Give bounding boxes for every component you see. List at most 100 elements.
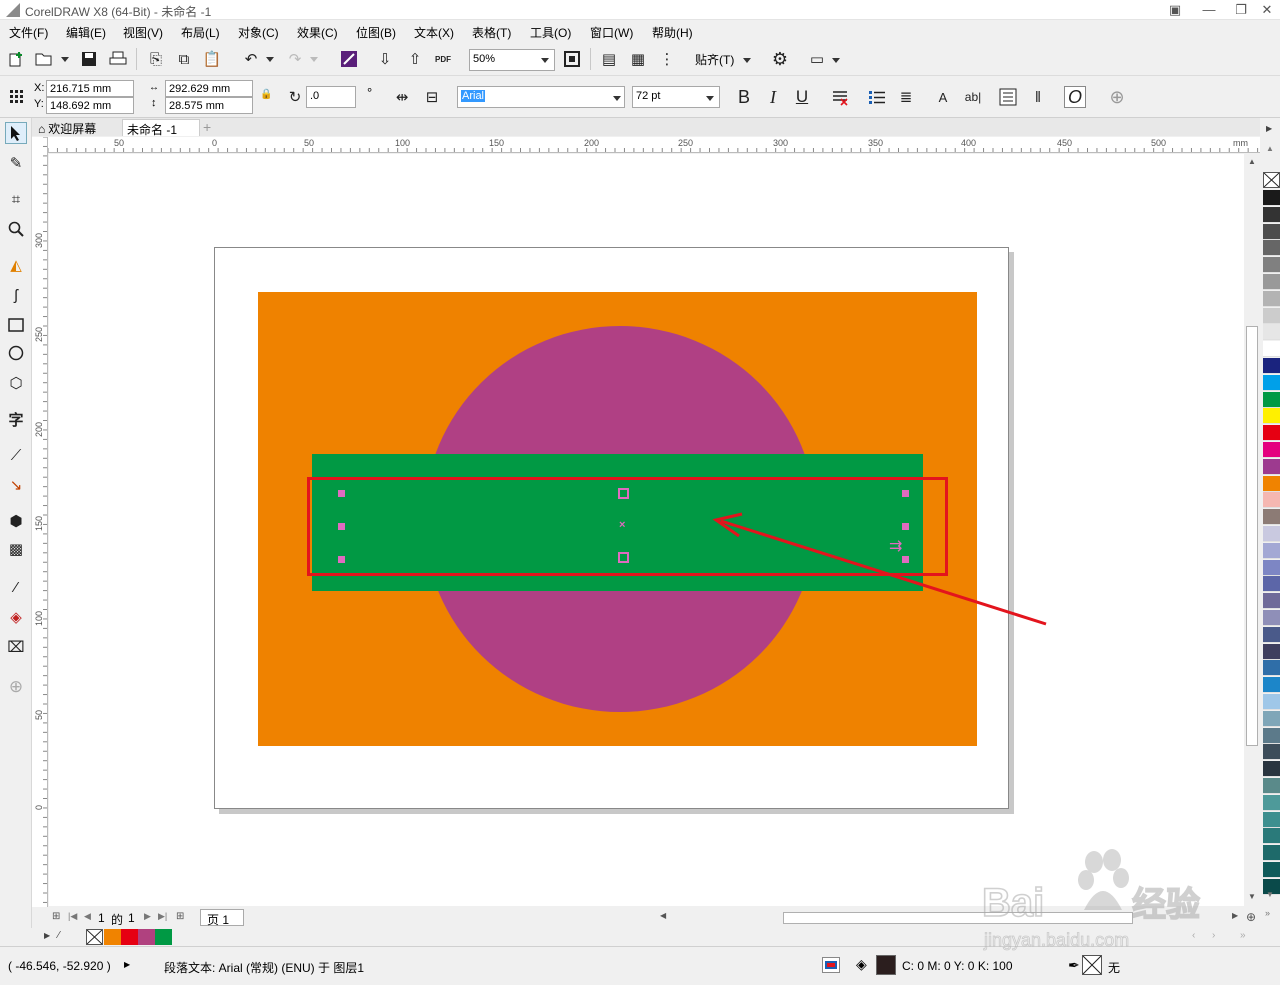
pick-tool-icon[interactable] <box>5 122 27 144</box>
color-swatch[interactable] <box>1263 694 1280 710</box>
page-tab-1[interactable]: 页 1 <box>200 909 244 927</box>
document-color-swatch[interactable] <box>138 929 155 945</box>
transparency-tool-icon[interactable]: ▩ <box>5 538 27 560</box>
ellipse-tool-icon[interactable] <box>5 342 27 364</box>
color-swatch[interactable] <box>1263 341 1280 358</box>
status-expand-icon[interactable]: ▶ <box>124 960 130 969</box>
eyedropper-icon[interactable]: ⁄ <box>58 930 60 941</box>
color-swatch[interactable] <box>1263 274 1280 290</box>
color-swatch[interactable] <box>1263 559 1280 576</box>
color-swatch[interactable] <box>1263 811 1280 828</box>
menu-edit[interactable]: 编辑(E) <box>66 24 106 41</box>
color-swatch[interactable] <box>1263 257 1280 274</box>
color-swatch[interactable] <box>1263 727 1280 744</box>
color-swatch[interactable] <box>1263 593 1280 610</box>
freehand-tool-icon[interactable]: ◭ <box>5 254 27 276</box>
minimize-button[interactable]: — <box>1194 0 1224 20</box>
new-document-icon[interactable] <box>5 48 27 70</box>
color-swatch[interactable] <box>1263 610 1280 626</box>
opentype-button[interactable]: O <box>1064 86 1086 108</box>
color-swatch[interactable] <box>1263 240 1280 257</box>
palette-scroll-up-icon[interactable]: ▲ <box>1266 144 1274 153</box>
outline-color-swatch[interactable] <box>1082 955 1102 975</box>
text-tool-icon[interactable]: 字 <box>5 408 27 430</box>
color-swatch[interactable] <box>1263 324 1280 341</box>
add-property-icon[interactable]: ⊕ <box>1106 86 1128 108</box>
rotation-angle-field[interactable]: .0 <box>306 86 356 108</box>
menu-text[interactable]: 文本(X) <box>414 24 454 41</box>
scroll-right-icon[interactable]: ▶ <box>1232 911 1238 920</box>
snap-to-label[interactable]: 贴齐(T) <box>695 51 734 68</box>
width-field[interactable]: 292.629 mm <box>165 80 253 97</box>
print-icon[interactable] <box>107 48 129 70</box>
color-swatch[interactable] <box>1263 408 1280 425</box>
undo-icon[interactable]: ↶ <box>240 48 262 70</box>
account-icon[interactable]: ▣ <box>1160 0 1190 20</box>
show-guidelines-icon[interactable]: ⋮ <box>656 48 678 70</box>
color-swatch[interactable] <box>1263 492 1280 509</box>
height-field[interactable]: 28.575 mm <box>165 97 253 114</box>
redo-dropdown-icon[interactable] <box>310 57 318 62</box>
menu-file[interactable]: 文件(F) <box>9 24 48 41</box>
artistic-media-icon[interactable]: ʃ <box>5 284 27 306</box>
parallel-dimension-icon[interactable]: ⟋ <box>5 444 27 466</box>
crop-tool-icon[interactable]: ⌗ <box>5 188 27 210</box>
menu-view[interactable]: 视图(V) <box>123 24 163 41</box>
horizontal-ruler[interactable]: 50 0 50 100 150 200 250 300 350 400 450 … <box>48 137 1260 153</box>
palette-expand-icon[interactable]: » <box>1265 908 1270 918</box>
frame-text-icon[interactable] <box>997 86 1019 108</box>
first-page-icon[interactable]: |◀ <box>68 911 77 922</box>
shape-tool-icon[interactable]: ✎ <box>5 152 27 174</box>
vertical-scroll-thumb[interactable] <box>1246 326 1258 746</box>
show-grid-icon[interactable]: ▦ <box>627 48 649 70</box>
color-swatch[interactable] <box>1263 526 1280 542</box>
underline-button[interactable]: U <box>791 86 813 108</box>
mirror-horizontal-icon[interactable]: ⇹ <box>391 86 413 108</box>
color-swatch[interactable] <box>1263 442 1280 458</box>
vertical-scrollbar[interactable]: ▲ ▼ <box>1244 154 1260 906</box>
color-swatch[interactable] <box>1263 660 1280 677</box>
edit-text-icon[interactable]: ab| <box>960 86 986 108</box>
color-swatch[interactable] <box>1263 862 1280 878</box>
document-color-swatch[interactable] <box>155 929 172 945</box>
color-swatch[interactable] <box>1263 828 1280 845</box>
snap-dropdown-icon[interactable] <box>743 58 751 63</box>
color-swatch[interactable] <box>1263 576 1280 593</box>
color-swatch[interactable] <box>1263 358 1280 374</box>
docpalette-expand-icon[interactable]: » <box>1240 930 1246 941</box>
color-swatch[interactable] <box>1263 778 1280 794</box>
color-swatch[interactable] <box>1263 190 1280 206</box>
horizontal-scroll-thumb[interactable] <box>783 912 1133 924</box>
scroll-up-icon[interactable]: ▲ <box>1248 157 1256 166</box>
add-tool-icon[interactable]: ⊕ <box>5 676 27 698</box>
color-swatch[interactable] <box>1263 643 1280 660</box>
color-swatch[interactable] <box>1263 677 1280 694</box>
prev-page-icon[interactable]: ◀ <box>84 911 91 922</box>
interactive-fill-icon[interactable]: ◈ <box>5 606 27 628</box>
export-pdf-icon[interactable]: PDF <box>432 48 454 70</box>
new-tab-icon[interactable]: + <box>200 119 218 136</box>
undo-dropdown-icon[interactable] <box>266 57 274 62</box>
menu-object[interactable]: 对象(C) <box>238 24 279 41</box>
no-color-swatch[interactable] <box>86 929 103 945</box>
tab-document[interactable]: 未命名 -1 <box>122 119 200 137</box>
bullet-list-icon[interactable] <box>866 86 888 108</box>
menu-tools[interactable]: 工具(O) <box>530 24 571 41</box>
color-swatch[interactable] <box>1263 710 1280 727</box>
rectangle-tool-icon[interactable] <box>5 314 27 336</box>
color-swatch[interactable] <box>1263 374 1280 391</box>
font-list-dropdown-icon[interactable] <box>613 96 621 101</box>
color-swatch[interactable] <box>1263 206 1280 223</box>
color-swatch[interactable] <box>1263 845 1280 862</box>
polygon-tool-icon[interactable]: ⬡ <box>5 372 27 394</box>
export-icon[interactable]: ⇧ <box>404 48 426 70</box>
vertical-text-icon[interactable]: ‖ <box>1027 86 1049 108</box>
color-swatch[interactable] <box>1263 307 1280 324</box>
open-dropdown-icon[interactable] <box>61 57 69 62</box>
palette-menu-icon[interactable]: ▶ <box>1266 124 1272 133</box>
show-rulers-icon[interactable]: ▤ <box>598 48 620 70</box>
drawing-canvas[interactable]: × ⇉ <box>49 154 1244 906</box>
bold-button[interactable]: B <box>733 86 755 108</box>
color-swatch[interactable] <box>1263 475 1280 492</box>
color-swatch[interactable] <box>1263 458 1280 475</box>
